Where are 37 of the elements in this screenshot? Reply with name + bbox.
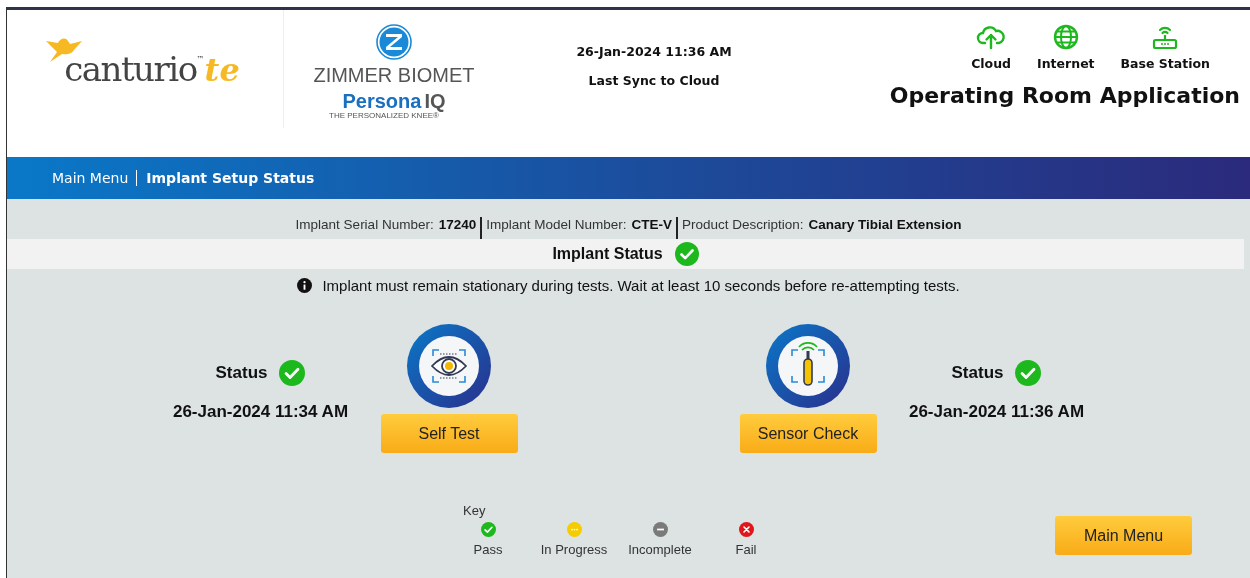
- status-label: Status: [215, 363, 268, 383]
- sync-label: Last Sync to Cloud: [588, 73, 720, 88]
- partner-name: ZIMMER BIOMET: [313, 64, 475, 87]
- breadcrumb-link[interactable]: Implant Setup Status: [136, 170, 323, 186]
- status-label: Status: [951, 363, 1004, 383]
- connection-label: Internet: [1037, 56, 1095, 71]
- logo-suffix: te: [204, 51, 240, 89]
- key-label: Fail: [735, 542, 757, 557]
- connection-label: Cloud: [971, 56, 1012, 71]
- test-button[interactable]: Sensor Check: [739, 414, 877, 453]
- key-label: Pass: [473, 542, 503, 557]
- z-logo-icon: [376, 24, 412, 60]
- test-time: 26-Jan-2024 11:34 AM: [172, 402, 349, 422]
- eye-scan-icon: [407, 324, 491, 408]
- product-logo-text: Persona: [342, 91, 422, 111]
- key-label: Incomplete: [628, 542, 692, 557]
- trademark-sign: ™: [196, 55, 205, 64]
- test-time: 26-Jan-2024 11:36 AM: [908, 402, 1085, 422]
- main-menu-button[interactable]: Main Menu: [1055, 516, 1192, 555]
- implant-info-text: Implant Serial Number: 17240: [294, 217, 478, 234]
- app-title: Operating Room Application: [889, 83, 1240, 108]
- globe-icon: [1052, 24, 1079, 50]
- product-tagline: THE PERSONALIZED KNEE®: [329, 111, 439, 120]
- info-icon: [297, 278, 313, 293]
- test-button[interactable]: Self Test: [380, 414, 518, 453]
- product-suffix: IQ: [424, 91, 446, 111]
- notice-text: Implant must remain stationary during tests. Wait at least 10 seconds before re-attempting tests.: [322, 277, 960, 294]
- connection-label: Base Station: [1120, 56, 1210, 71]
- sync-time: 26-Jan-2024 11:36 AM: [576, 44, 732, 59]
- key-label: In Progress: [540, 542, 608, 557]
- implant-status-label: Implant Status: [552, 245, 663, 263]
- router-icon: [1151, 24, 1180, 50]
- cloud-upload-icon: [976, 24, 1007, 50]
- sensor-probe-icon: [766, 324, 850, 408]
- breadcrumb-link[interactable]: Main Menu: [52, 170, 137, 186]
- key-title: Key: [463, 503, 487, 518]
- logo-wordmark: canturio: [64, 49, 197, 89]
